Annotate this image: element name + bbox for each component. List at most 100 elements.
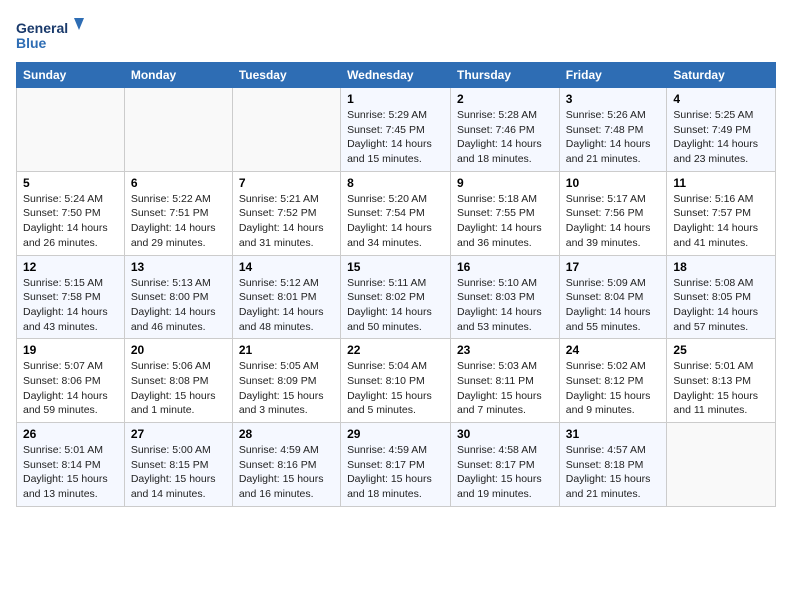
logo: GeneralBlue bbox=[16, 16, 86, 52]
day-number: 20 bbox=[131, 343, 226, 357]
day-number: 2 bbox=[457, 92, 553, 106]
day-detail: Sunrise: 5:09 AM Sunset: 8:04 PM Dayligh… bbox=[566, 276, 661, 335]
day-detail: Sunrise: 5:07 AM Sunset: 8:06 PM Dayligh… bbox=[23, 359, 118, 418]
day-detail: Sunrise: 5:15 AM Sunset: 7:58 PM Dayligh… bbox=[23, 276, 118, 335]
day-number: 26 bbox=[23, 427, 118, 441]
calendar-cell: 11Sunrise: 5:16 AM Sunset: 7:57 PM Dayli… bbox=[667, 171, 776, 255]
day-number: 21 bbox=[239, 343, 334, 357]
weekday-row: SundayMondayTuesdayWednesdayThursdayFrid… bbox=[17, 63, 776, 88]
calendar-header: SundayMondayTuesdayWednesdayThursdayFrid… bbox=[17, 63, 776, 88]
day-number: 27 bbox=[131, 427, 226, 441]
calendar-cell: 16 Sunrise: 5:10 AM Sunset: 8:03 PM Dayli… bbox=[451, 255, 560, 339]
calendar-cell: 19Sunrise: 5:07 AM Sunset: 8:06 PM Dayli… bbox=[17, 339, 125, 423]
calendar-cell: 2 Sunrise: 5:28 AM Sunset: 7:46 PM Daylig… bbox=[451, 88, 560, 172]
day-detail: Sunrise: 5:17 AM Sunset: 7:56 PM Dayligh… bbox=[566, 192, 661, 251]
calendar-cell: 20 Sunrise: 5:06 AM Sunset: 8:08 PM Dayli… bbox=[124, 339, 232, 423]
day-number: 29 bbox=[347, 427, 444, 441]
day-number: 18 bbox=[673, 260, 769, 274]
day-detail: Sunrise: 5:00 AM Sunset: 8:15 PM Dayligh… bbox=[131, 443, 226, 502]
calendar-cell: 26 Sunrise: 5:01 AM Sunset: 8:14 PM Dayli… bbox=[17, 423, 125, 507]
day-detail: Sunrise: 5:21 AM Sunset: 7:52 PM Dayligh… bbox=[239, 192, 334, 251]
weekday-header: Sunday bbox=[17, 63, 125, 88]
calendar-cell: 7Sunrise: 5:21 AM Sunset: 7:52 PM Daylig… bbox=[232, 171, 340, 255]
day-number: 10 bbox=[566, 176, 661, 190]
day-detail: Sunrise: 4:59 AM Sunset: 8:17 PM Dayligh… bbox=[347, 443, 444, 502]
day-number: 15 bbox=[347, 260, 444, 274]
day-detail: Sunrise: 5:03 AM Sunset: 8:11 PM Dayligh… bbox=[457, 359, 553, 418]
weekday-header: Friday bbox=[559, 63, 667, 88]
day-detail: Sunrise: 4:59 AM Sunset: 8:16 PM Dayligh… bbox=[239, 443, 334, 502]
weekday-header: Saturday bbox=[667, 63, 776, 88]
calendar-cell: 18 Sunrise: 5:08 AM Sunset: 8:05 PM Dayli… bbox=[667, 255, 776, 339]
svg-text:Blue: Blue bbox=[16, 35, 47, 51]
calendar-cell: 22Sunrise: 5:04 AM Sunset: 8:10 PM Dayli… bbox=[341, 339, 451, 423]
day-detail: Sunrise: 5:22 AM Sunset: 7:51 PM Dayligh… bbox=[131, 192, 226, 251]
day-detail: Sunrise: 5:05 AM Sunset: 8:09 PM Dayligh… bbox=[239, 359, 334, 418]
day-detail: Sunrise: 5:29 AM Sunset: 7:45 PM Dayligh… bbox=[347, 108, 444, 167]
calendar-cell: 13 Sunrise: 5:13 AM Sunset: 8:00 PM Dayli… bbox=[124, 255, 232, 339]
weekday-header: Wednesday bbox=[341, 63, 451, 88]
calendar-body: 1 Sunrise: 5:29 AM Sunset: 7:45 PM Daylig… bbox=[17, 88, 776, 507]
day-detail: Sunrise: 5:08 AM Sunset: 8:05 PM Dayligh… bbox=[673, 276, 769, 335]
calendar-cell: 27 Sunrise: 5:00 AM Sunset: 8:15 PM Dayli… bbox=[124, 423, 232, 507]
weekday-header: Monday bbox=[124, 63, 232, 88]
calendar-cell: 12 Sunrise: 5:15 AM Sunset: 7:58 PM Dayli… bbox=[17, 255, 125, 339]
calendar-cell: 25Sunrise: 5:01 AM Sunset: 8:13 PM Dayli… bbox=[667, 339, 776, 423]
calendar-cell: 14Sunrise: 5:12 AM Sunset: 8:01 PM Dayli… bbox=[232, 255, 340, 339]
calendar-cell: 30 Sunrise: 4:58 AM Sunset: 8:17 PM Dayli… bbox=[451, 423, 560, 507]
calendar-cell: 1 Sunrise: 5:29 AM Sunset: 7:45 PM Daylig… bbox=[341, 88, 451, 172]
calendar-cell: 9Sunrise: 5:18 AM Sunset: 7:55 PM Daylig… bbox=[451, 171, 560, 255]
day-detail: Sunrise: 4:58 AM Sunset: 8:17 PM Dayligh… bbox=[457, 443, 553, 502]
calendar-table: SundayMondayTuesdayWednesdayThursdayFrid… bbox=[16, 62, 776, 507]
calendar-week-row: 5Sunrise: 5:24 AM Sunset: 7:50 PM Daylig… bbox=[17, 171, 776, 255]
day-number: 23 bbox=[457, 343, 553, 357]
svg-text:General: General bbox=[16, 20, 68, 36]
calendar-week-row: 1 Sunrise: 5:29 AM Sunset: 7:45 PM Daylig… bbox=[17, 88, 776, 172]
day-detail: Sunrise: 5:13 AM Sunset: 8:00 PM Dayligh… bbox=[131, 276, 226, 335]
calendar-cell: 23 Sunrise: 5:03 AM Sunset: 8:11 PM Dayli… bbox=[451, 339, 560, 423]
day-detail: Sunrise: 4:57 AM Sunset: 8:18 PM Dayligh… bbox=[566, 443, 661, 502]
day-detail: Sunrise: 5:12 AM Sunset: 8:01 PM Dayligh… bbox=[239, 276, 334, 335]
weekday-header: Tuesday bbox=[232, 63, 340, 88]
calendar-week-row: 19Sunrise: 5:07 AM Sunset: 8:06 PM Dayli… bbox=[17, 339, 776, 423]
calendar-cell bbox=[232, 88, 340, 172]
day-number: 13 bbox=[131, 260, 226, 274]
day-detail: Sunrise: 5:28 AM Sunset: 7:46 PM Dayligh… bbox=[457, 108, 553, 167]
calendar-cell: 4Sunrise: 5:25 AM Sunset: 7:49 PM Daylig… bbox=[667, 88, 776, 172]
calendar-cell bbox=[17, 88, 125, 172]
calendar-cell: 5Sunrise: 5:24 AM Sunset: 7:50 PM Daylig… bbox=[17, 171, 125, 255]
calendar-cell: 3Sunrise: 5:26 AM Sunset: 7:48 PM Daylig… bbox=[559, 88, 667, 172]
day-number: 31 bbox=[566, 427, 661, 441]
day-detail: Sunrise: 5:26 AM Sunset: 7:48 PM Dayligh… bbox=[566, 108, 661, 167]
calendar-cell: 24 Sunrise: 5:02 AM Sunset: 8:12 PM Dayli… bbox=[559, 339, 667, 423]
day-number: 24 bbox=[566, 343, 661, 357]
calendar-cell: 15 Sunrise: 5:11 AM Sunset: 8:02 PM Dayli… bbox=[341, 255, 451, 339]
day-detail: Sunrise: 5:01 AM Sunset: 8:14 PM Dayligh… bbox=[23, 443, 118, 502]
day-number: 30 bbox=[457, 427, 553, 441]
day-number: 6 bbox=[131, 176, 226, 190]
calendar-week-row: 12 Sunrise: 5:15 AM Sunset: 7:58 PM Dayli… bbox=[17, 255, 776, 339]
calendar-cell: 10 Sunrise: 5:17 AM Sunset: 7:56 PM Dayli… bbox=[559, 171, 667, 255]
day-detail: Sunrise: 5:11 AM Sunset: 8:02 PM Dayligh… bbox=[347, 276, 444, 335]
day-number: 12 bbox=[23, 260, 118, 274]
calendar-cell bbox=[124, 88, 232, 172]
day-detail: Sunrise: 5:01 AM Sunset: 8:13 PM Dayligh… bbox=[673, 359, 769, 418]
calendar-cell: 28Sunrise: 4:59 AM Sunset: 8:16 PM Dayli… bbox=[232, 423, 340, 507]
calendar-week-row: 26 Sunrise: 5:01 AM Sunset: 8:14 PM Dayli… bbox=[17, 423, 776, 507]
day-detail: Sunrise: 5:24 AM Sunset: 7:50 PM Dayligh… bbox=[23, 192, 118, 251]
logo-svg: GeneralBlue bbox=[16, 16, 86, 52]
day-number: 16 bbox=[457, 260, 553, 274]
day-detail: Sunrise: 5:10 AM Sunset: 8:03 PM Dayligh… bbox=[457, 276, 553, 335]
calendar-cell: 6 Sunrise: 5:22 AM Sunset: 7:51 PM Daylig… bbox=[124, 171, 232, 255]
day-detail: Sunrise: 5:02 AM Sunset: 8:12 PM Dayligh… bbox=[566, 359, 661, 418]
day-detail: Sunrise: 5:06 AM Sunset: 8:08 PM Dayligh… bbox=[131, 359, 226, 418]
weekday-header: Thursday bbox=[451, 63, 560, 88]
calendar-cell: 31 Sunrise: 4:57 AM Sunset: 8:18 PM Dayli… bbox=[559, 423, 667, 507]
day-number: 8 bbox=[347, 176, 444, 190]
day-number: 9 bbox=[457, 176, 553, 190]
day-number: 1 bbox=[347, 92, 444, 106]
calendar-cell: 29 Sunrise: 4:59 AM Sunset: 8:17 PM Dayli… bbox=[341, 423, 451, 507]
day-number: 17 bbox=[566, 260, 661, 274]
day-number: 22 bbox=[347, 343, 444, 357]
calendar-cell: 17 Sunrise: 5:09 AM Sunset: 8:04 PM Dayli… bbox=[559, 255, 667, 339]
